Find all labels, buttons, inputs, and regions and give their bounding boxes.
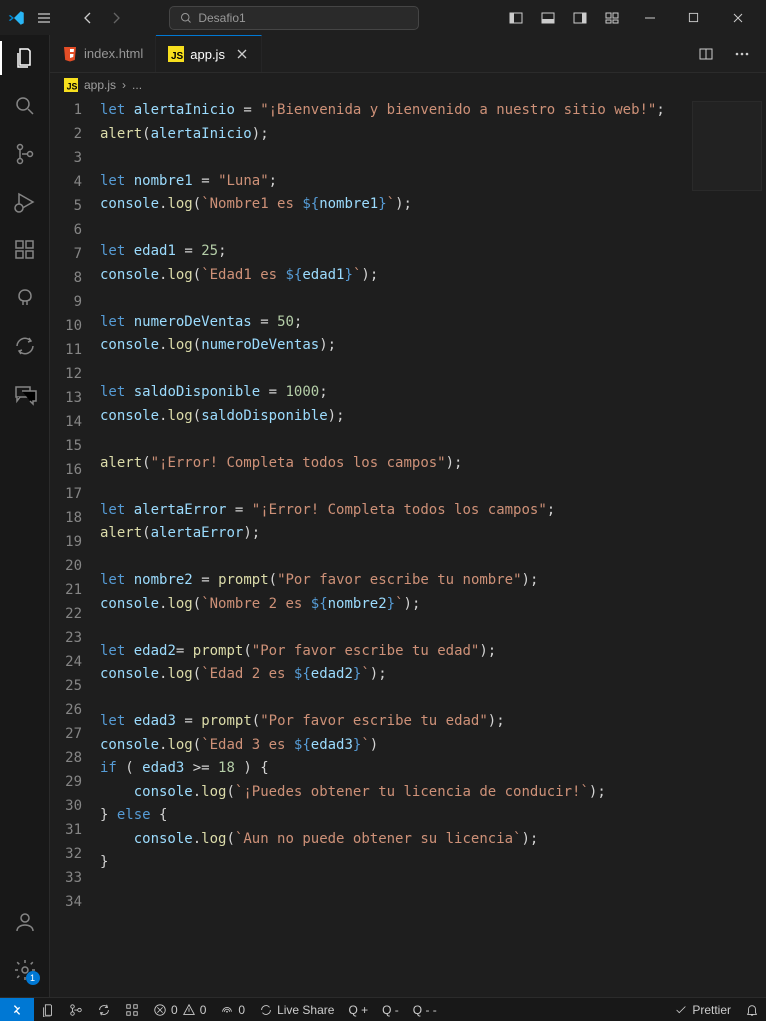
layout-custom-icon[interactable] (598, 4, 626, 32)
layout-left-icon[interactable] (502, 4, 530, 32)
svg-text:JS: JS (67, 81, 78, 91)
tab-index-html[interactable]: index.html (50, 35, 156, 72)
menu-icon[interactable] (34, 8, 54, 28)
titlebar: Desafio1 (0, 0, 766, 35)
editor[interactable]: 1234567891011121314151617181920212223242… (50, 97, 766, 997)
tab-label: app.js (190, 47, 225, 62)
status-branch[interactable] (62, 998, 90, 1021)
status-sync-icon[interactable] (90, 998, 118, 1021)
remote-button[interactable] (0, 998, 34, 1021)
activity-bar: 1 (0, 35, 50, 997)
status-problems[interactable]: 0 0 (146, 998, 213, 1021)
editor-tabs: index.html JS app.js (50, 35, 766, 73)
status-bell-icon[interactable] (738, 1003, 766, 1017)
nav-forward-icon[interactable] (108, 10, 124, 26)
tab-label: index.html (84, 46, 143, 61)
close-icon[interactable] (235, 47, 249, 61)
settings-badge: 1 (26, 971, 40, 985)
code-content[interactable]: let alertaInicio = "¡Bienvenida y bienve… (100, 97, 766, 997)
split-editor-icon[interactable] (692, 40, 720, 68)
codeium-icon[interactable] (12, 285, 38, 311)
tab-app-js[interactable]: JS app.js (156, 35, 262, 72)
status-grid-icon[interactable] (118, 998, 146, 1021)
more-actions-icon[interactable] (728, 40, 756, 68)
command-center-search[interactable]: Desafio1 (169, 6, 419, 30)
search-text: Desafio1 (198, 11, 245, 25)
js-file-icon: JS (64, 78, 78, 92)
status-prettier[interactable]: Prettier (667, 1003, 738, 1017)
layout-bottom-icon[interactable] (534, 4, 562, 32)
breadcrumb-sep: › (122, 78, 126, 92)
nav-back-icon[interactable] (80, 10, 96, 26)
breadcrumb[interactable]: JS app.js › ... (50, 73, 766, 97)
layout-right-icon[interactable] (566, 4, 594, 32)
search-sidebar-icon[interactable] (12, 93, 38, 119)
breadcrumb-rest: ... (132, 78, 142, 92)
vscode-logo-icon (8, 9, 26, 27)
html-file-icon (62, 46, 78, 62)
status-explorer-icon[interactable] (34, 998, 62, 1021)
extensions-icon[interactable] (12, 237, 38, 263)
search-icon (180, 12, 192, 24)
status-q-minus[interactable]: Q - (375, 998, 406, 1021)
breadcrumb-file: app.js (84, 78, 116, 92)
account-icon[interactable] (12, 909, 38, 935)
liveshare-icon[interactable] (12, 333, 38, 359)
maximize-button[interactable] (674, 4, 714, 32)
status-bar: 0 0 0 Live Share Q + Q - Q - - Prettier (0, 997, 766, 1021)
status-q-minus-minus[interactable]: Q - - (406, 998, 444, 1021)
explorer-icon[interactable] (12, 45, 38, 71)
js-file-icon: JS (168, 46, 184, 62)
close-button[interactable] (718, 4, 758, 32)
minimap[interactable] (692, 101, 762, 191)
status-q-plus[interactable]: Q + (341, 998, 375, 1021)
line-numbers: 1234567891011121314151617181920212223242… (50, 97, 100, 997)
minimize-button[interactable] (630, 4, 670, 32)
source-control-icon[interactable] (12, 141, 38, 167)
svg-text:JS: JS (171, 51, 184, 62)
chat-icon[interactable] (12, 381, 38, 407)
status-port[interactable]: 0 (213, 998, 252, 1021)
status-liveshare[interactable]: Live Share (252, 998, 341, 1021)
debug-icon[interactable] (12, 189, 38, 215)
settings-icon[interactable]: 1 (12, 957, 38, 983)
